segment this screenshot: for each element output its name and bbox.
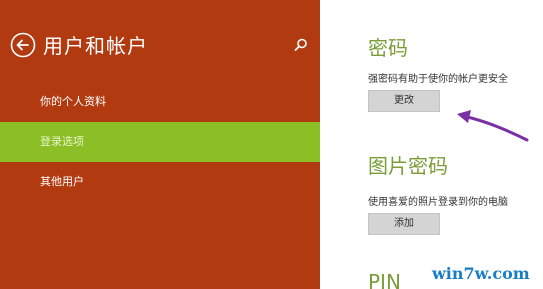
sidebar-item-label: 其他用户 xyxy=(40,175,84,188)
change-password-button[interactable]: 更改 xyxy=(368,90,440,112)
password-section-title: 密码 xyxy=(368,36,408,60)
sidebar-header: 用户和帐户 xyxy=(10,28,310,62)
picture-password-description: 使用喜爱的照片登录到你的电脑 xyxy=(368,197,508,208)
search-button[interactable] xyxy=(292,36,310,54)
sidebar-item-label: 你的个人资料 xyxy=(40,95,106,108)
picture-password-section-title: 图片密码 xyxy=(368,154,448,178)
sidebar-item-profile[interactable]: 你的个人资料 xyxy=(0,82,320,122)
add-picture-password-button[interactable]: 添加 xyxy=(368,213,440,235)
sidebar-title: 用户和帐户 xyxy=(43,34,148,58)
search-icon xyxy=(294,38,307,51)
password-description: 强密码有助于使你的帐户更安全 xyxy=(368,74,508,85)
content-pane: 密码 强密码有助于使你的帐户更安全 更改 图片密码 使用喜爱的照片登录到你的电脑… xyxy=(320,0,543,289)
sidebar: 用户和帐户 你的个人资料 登录选项 其他用户 xyxy=(0,0,320,289)
settings-window: 用户和帐户 你的个人资料 登录选项 其他用户 密码 强密码有助于使你的帐户更安全… xyxy=(0,0,543,289)
sidebar-item-label: 登录选项 xyxy=(40,135,84,148)
sidebar-item-sign-in-options[interactable]: 登录选项 xyxy=(0,122,320,162)
annotation-arrow-icon xyxy=(457,110,529,142)
watermark: win7w.com xyxy=(432,264,530,283)
back-button[interactable] xyxy=(10,32,36,58)
back-arrow-icon xyxy=(10,32,36,58)
pin-section-title: PIN xyxy=(368,270,401,289)
sidebar-item-other-users[interactable]: 其他用户 xyxy=(0,162,320,202)
